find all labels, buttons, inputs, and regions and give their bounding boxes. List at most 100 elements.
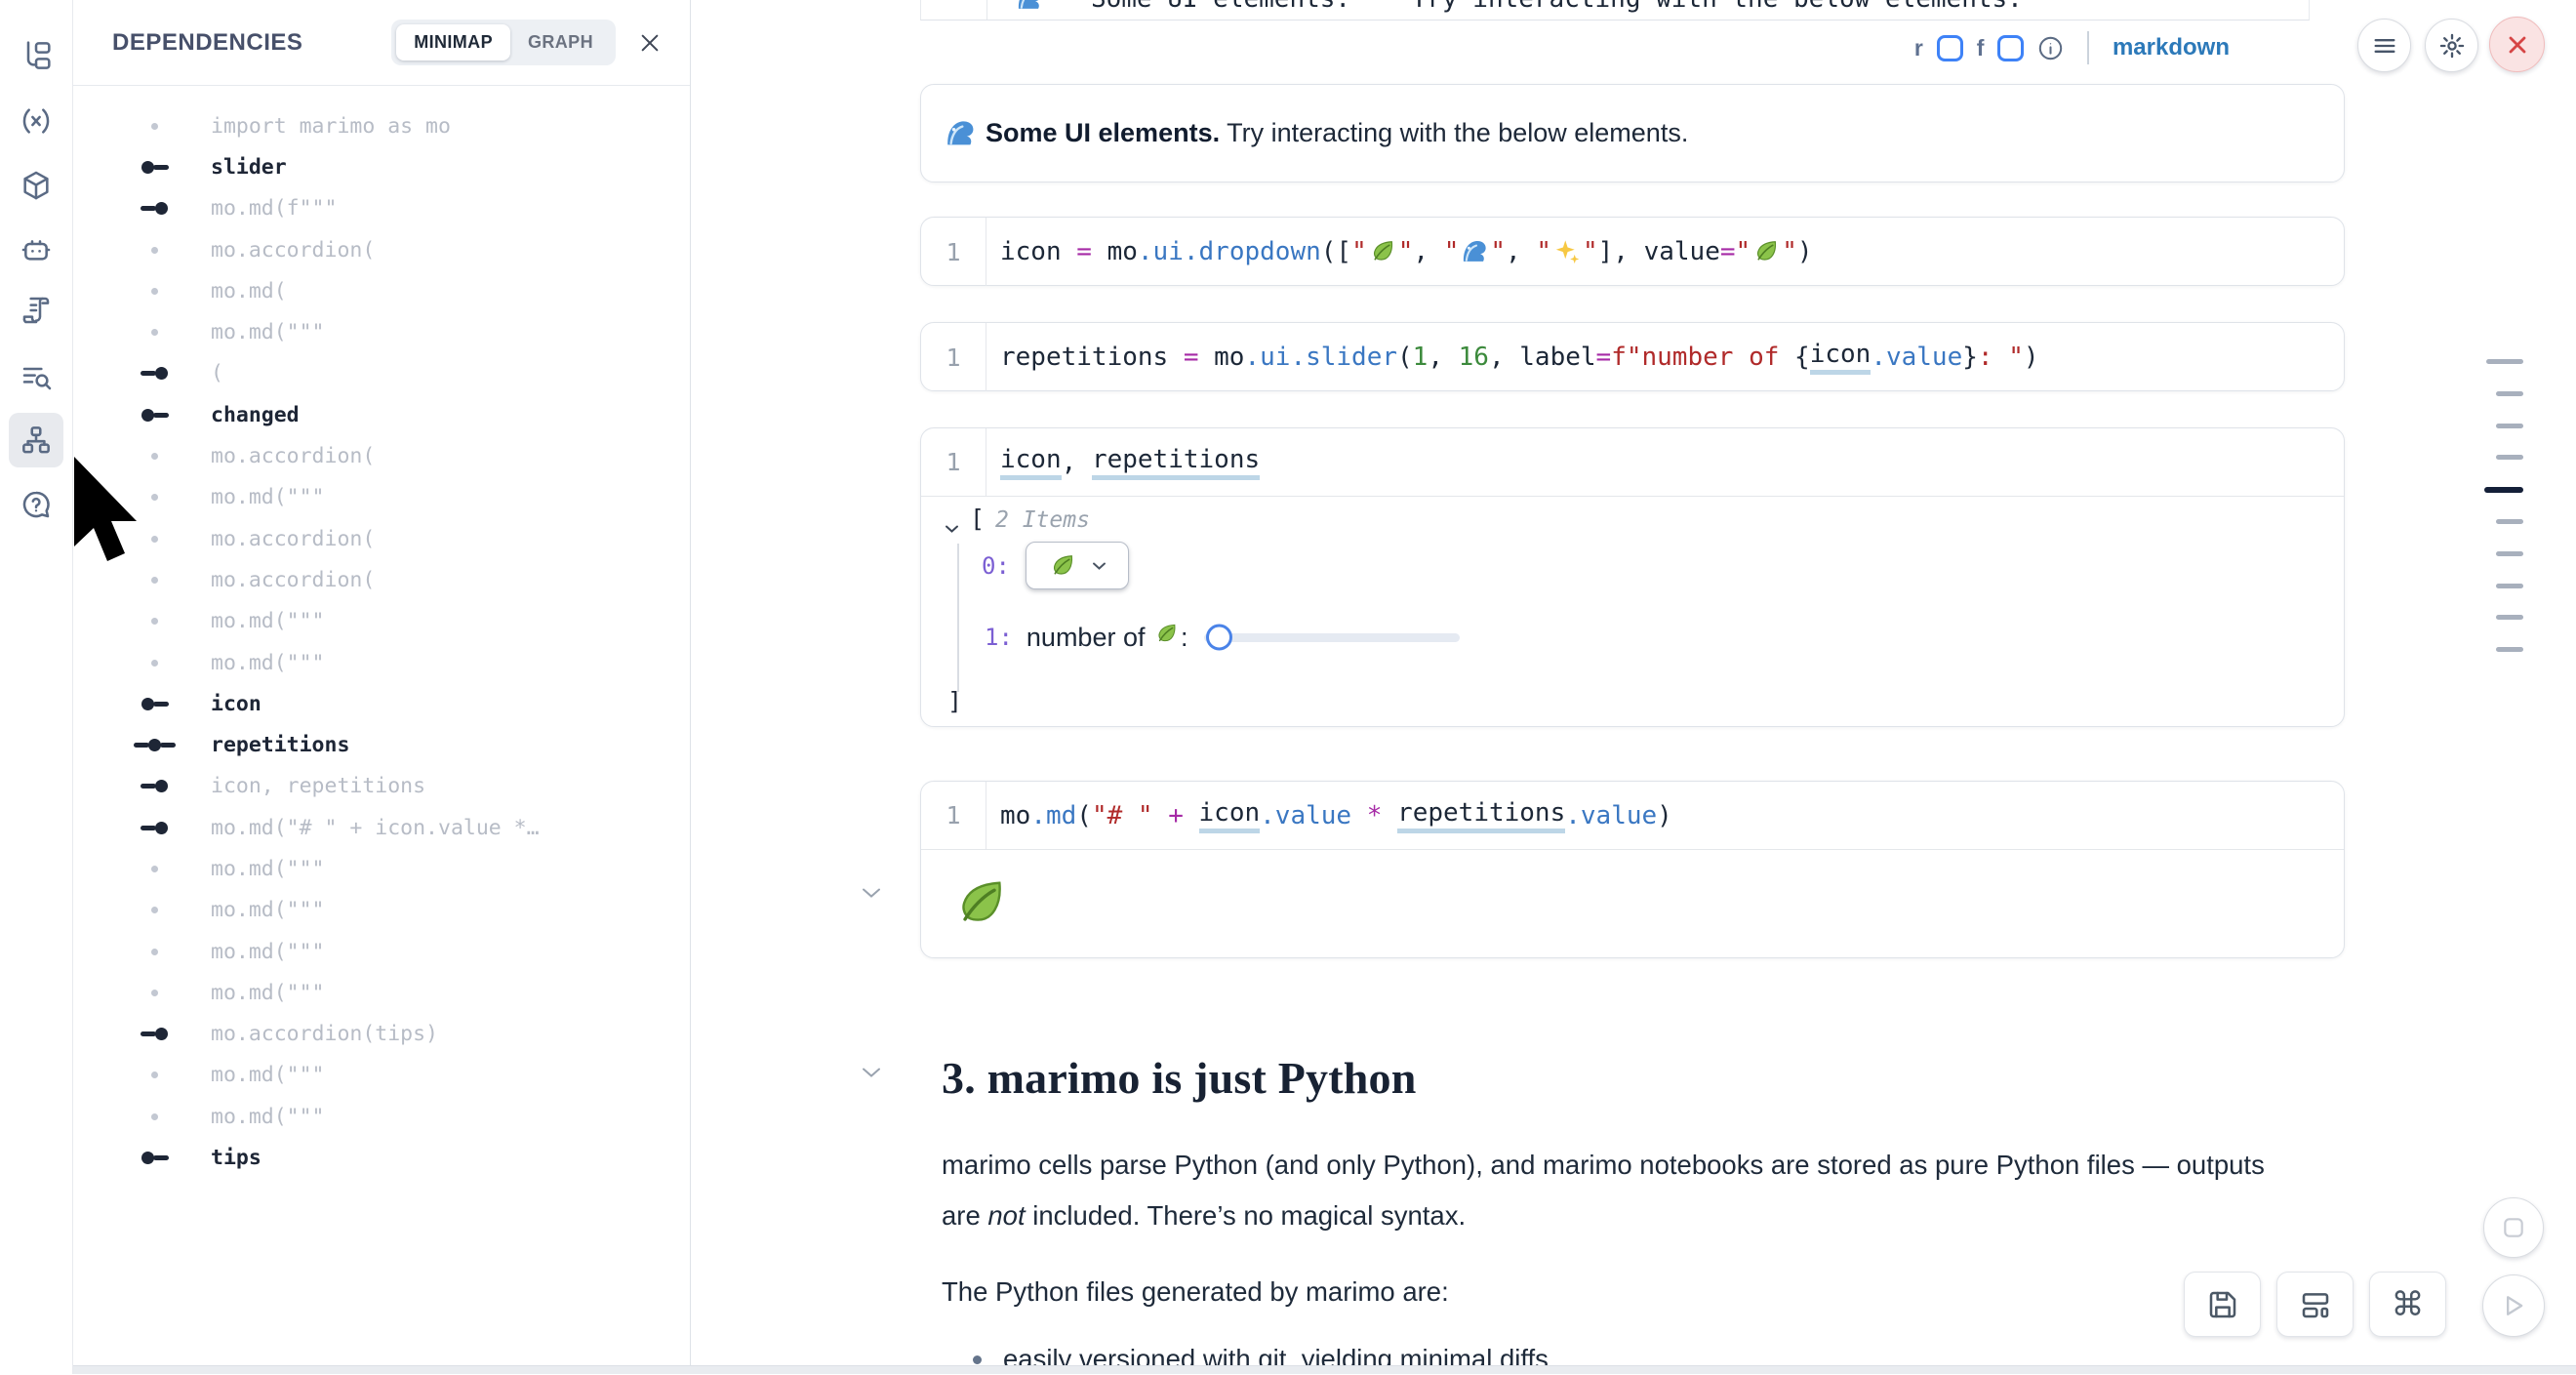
cell-code-preview: mo.md(""" xyxy=(211,857,325,881)
code-token: " xyxy=(1536,237,1551,266)
minimap-item[interactable]: icon, repetitions xyxy=(73,766,690,807)
code-token: repetitions xyxy=(1000,343,1184,372)
cell-marker-icon xyxy=(120,990,188,996)
minimap-item[interactable]: mo.md("# " + icon.value *… xyxy=(73,807,690,848)
minimap-item[interactable]: mo.accordion( xyxy=(73,229,690,270)
code-line[interactable]: repetitions = mo.ui.slider(1, 16, label=… xyxy=(986,340,2039,375)
cell-code-preview: changed xyxy=(211,403,300,427)
settings-gear-button[interactable] xyxy=(2425,19,2478,72)
language-mode-label[interactable]: markdown xyxy=(2113,34,2230,61)
code-token: , xyxy=(1506,237,1536,266)
dependency-graph-icon[interactable] xyxy=(9,413,63,467)
tab-graph[interactable]: GRAPH xyxy=(510,24,611,61)
code-token: 16 xyxy=(1459,343,1489,372)
minimap-item[interactable]: mo.md(""" xyxy=(73,642,690,683)
clipped-code-cell[interactable]: **Some UI elements.** Try interacting wi… xyxy=(920,0,2310,20)
minimap-item[interactable]: tips xyxy=(73,1137,690,1178)
scratchpad-search-icon[interactable] xyxy=(9,349,63,404)
shutdown-close-button[interactable] xyxy=(2489,17,2545,72)
code-line[interactable]: icon, repetitions xyxy=(986,445,1260,480)
packages-icon[interactable] xyxy=(9,158,63,213)
line-number: 1 xyxy=(921,323,986,391)
cell-code-preview: import marimo as mo xyxy=(211,114,451,139)
info-icon[interactable] xyxy=(2037,35,2064,61)
help-icon[interactable] xyxy=(9,477,63,532)
code-line[interactable]: mo.md("# " + icon.value * repetitions.va… xyxy=(986,798,1672,833)
code-token: = xyxy=(1184,343,1199,372)
intro-output-text: Some UI elements. Try interacting with t… xyxy=(986,118,1688,148)
file-tree-icon[interactable] xyxy=(9,28,63,83)
cell-marker-icon xyxy=(120,367,188,380)
minimap-item[interactable]: mo.md(""" xyxy=(73,1096,690,1137)
dropdown-widget[interactable] xyxy=(1026,542,1129,589)
reactive-checkbox[interactable] xyxy=(1937,35,1963,61)
minimap-item[interactable]: slider xyxy=(73,146,690,187)
collapse-output-icon[interactable] xyxy=(861,886,882,900)
code-cell-markdown[interactable]: 1 mo.md("# " + icon.value * repetitions.… xyxy=(920,781,2345,958)
variables-icon[interactable] xyxy=(9,94,63,148)
minimap-cell-indicator[interactable] xyxy=(2496,424,2523,428)
cell-code-preview: mo.md( xyxy=(211,279,287,303)
slider-widget[interactable] xyxy=(1204,633,1460,642)
minimap-cell-indicator[interactable] xyxy=(2486,359,2523,364)
minimap-item[interactable]: mo.accordion( xyxy=(73,518,690,559)
tree-item-1: 1: number of : xyxy=(985,622,1460,653)
code-token: " xyxy=(1444,237,1460,266)
bottom-scroll-strip xyxy=(73,1365,2576,1374)
minimap-item[interactable]: mo.md(f""" xyxy=(73,188,690,229)
minimap-cell-indicator[interactable] xyxy=(2484,487,2523,493)
minimap-item[interactable]: mo.md(""" xyxy=(73,601,690,642)
frozen-toggle-label: f xyxy=(1977,35,1985,61)
minimap-item[interactable]: mo.md(""" xyxy=(73,972,690,1013)
minimap-item[interactable]: mo.accordion( xyxy=(73,559,690,600)
slider-thumb[interactable] xyxy=(1206,625,1232,651)
minimap-cell-indicator[interactable] xyxy=(2496,455,2523,460)
code-token: " xyxy=(1351,237,1367,266)
run-play-button[interactable] xyxy=(2482,1274,2545,1337)
tab-minimap[interactable]: MINIMAP xyxy=(396,24,510,61)
minimap-item[interactable]: mo.md(""" xyxy=(73,890,690,931)
cell-code-preview: slider xyxy=(211,155,287,180)
code-cell-tuple[interactable]: 1 icon, repetitions [ 2 Items 0: 1: numb… xyxy=(920,427,2345,727)
logs-icon[interactable] xyxy=(9,283,63,338)
minimap-item[interactable]: mo.accordion( xyxy=(73,435,690,476)
minimap-item[interactable]: mo.accordion(tips) xyxy=(73,1014,690,1055)
minimap-cell-indicator[interactable] xyxy=(2496,551,2523,556)
code-cell-dropdown[interactable]: 1 icon = mo.ui.dropdown(["", "", ""], va… xyxy=(920,217,2345,286)
line-number: 1 xyxy=(921,782,986,849)
minimap-item[interactable]: changed xyxy=(73,394,690,435)
layout-grid-button[interactable] xyxy=(2276,1272,2354,1337)
minimap-item[interactable]: ( xyxy=(73,353,690,394)
minimap-item[interactable]: import marimo as mo xyxy=(73,105,690,146)
minimap-item[interactable]: mo.md(""" xyxy=(73,931,690,972)
collapse-tree-icon[interactable] xyxy=(945,519,959,538)
minimap-cell-indicator[interactable] xyxy=(2496,391,2523,396)
cell-code-preview: mo.md(""" xyxy=(211,609,325,633)
close-panel-icon[interactable] xyxy=(635,28,664,58)
minimap-item[interactable]: mo.md(""" xyxy=(73,311,690,352)
collapse-section-icon[interactable] xyxy=(861,1066,882,1079)
minimap-item[interactable]: icon xyxy=(73,683,690,724)
stop-frame-button[interactable] xyxy=(2483,1197,2544,1258)
line-number: 1 xyxy=(921,428,986,496)
minimap-cell-indicator[interactable] xyxy=(2496,615,2523,620)
minimap-item[interactable]: repetitions xyxy=(73,724,690,765)
command-shortcut-button[interactable]: ⌘ xyxy=(2369,1272,2446,1337)
minimap-item[interactable]: mo.md(""" xyxy=(73,477,690,518)
cell-code-preview: mo.md(""" xyxy=(211,940,325,964)
minimap-cell-indicator[interactable] xyxy=(2496,519,2523,524)
code-cell-slider[interactable]: 1 repetitions = mo.ui.slider(1, 16, labe… xyxy=(920,322,2345,391)
minimap-item[interactable]: mo.md(""" xyxy=(73,1055,690,1096)
cell-marker-icon xyxy=(120,866,188,872)
tree-index: 0: xyxy=(982,552,1010,580)
minimap-cell-indicator[interactable] xyxy=(2496,647,2523,652)
save-button[interactable] xyxy=(2184,1272,2261,1337)
code-line[interactable]: icon = mo.ui.dropdown(["", "", ""], valu… xyxy=(986,237,1813,266)
ai-assistant-icon[interactable] xyxy=(9,222,63,277)
menu-button[interactable] xyxy=(2357,19,2411,72)
cell-code-preview: repetitions xyxy=(211,733,349,757)
minimap-cell-indicator[interactable] xyxy=(2496,584,2523,588)
frozen-checkbox[interactable] xyxy=(1997,35,2024,61)
minimap-item[interactable]: mo.md(""" xyxy=(73,848,690,889)
minimap-item[interactable]: mo.md( xyxy=(73,270,690,311)
